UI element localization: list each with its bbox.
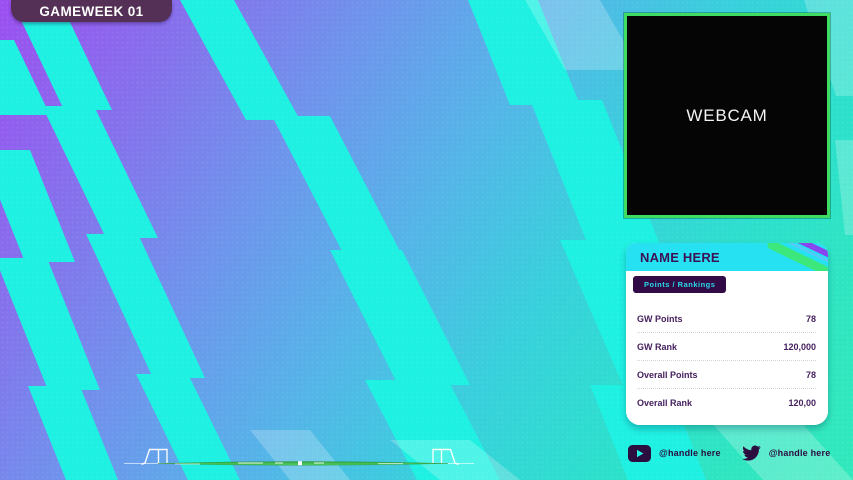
stat-label: GW Rank: [637, 342, 677, 352]
stat-value: 120,000: [783, 342, 816, 352]
stat-label: GW Points: [637, 314, 683, 324]
tab-points-rankings[interactable]: Points / Rankings: [633, 276, 726, 293]
webcam-frame: WEBCAM: [624, 13, 830, 218]
stat-row-overall-rank: Overall Rank 120,00: [637, 389, 816, 416]
youtube-play-icon: [628, 445, 651, 462]
stat-value: 78: [806, 370, 816, 380]
stat-row-overall-points: Overall Points 78: [637, 361, 816, 389]
stat-label: Overall Points: [637, 370, 698, 380]
social-handle-text: @handle here: [769, 448, 831, 458]
points-rankings-panel: NAME HERE Points / Rankings GW Points 78…: [626, 243, 828, 425]
stat-value: 78: [806, 314, 816, 324]
stat-row-gw-points: GW Points 78: [637, 305, 816, 333]
stat-value: 120,00: [788, 398, 816, 408]
stat-row-gw-rank: GW Rank 120,000: [637, 333, 816, 361]
webcam-label: WEBCAM: [686, 106, 767, 126]
twitter-bird-icon: [742, 445, 761, 461]
youtube-handle: @handle here: [628, 445, 721, 462]
stream-overlay: GAMEWEEK 01 WEBCAM NAME HERE Points / Ra…: [0, 0, 853, 480]
gameweek-badge-label: GAMEWEEK 01: [39, 4, 143, 19]
panel-header: NAME HERE: [626, 243, 828, 271]
corner-swirl-decoration: [766, 243, 828, 271]
panel-title: NAME HERE: [626, 250, 720, 265]
panel-body: Points / Rankings GW Points 78 GW Rank 1…: [626, 271, 828, 425]
stats-list: GW Points 78 GW Rank 120,000 Overall Poi…: [637, 305, 816, 416]
social-handles: @handle here @handle here: [628, 443, 830, 463]
stat-label: Overall Rank: [637, 398, 692, 408]
social-handle-text: @handle here: [659, 448, 721, 458]
twitter-handle: @handle here: [742, 445, 831, 461]
football-pitch-graphic: [118, 444, 480, 470]
gameweek-badge: GAMEWEEK 01: [11, 0, 172, 22]
